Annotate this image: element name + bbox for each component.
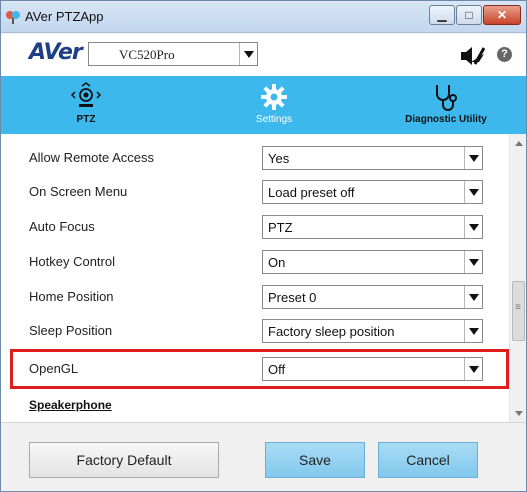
- close-button[interactable]: ✕: [483, 5, 521, 25]
- hotkey-control-select[interactable]: On: [262, 250, 483, 274]
- header-bar: AVer VC520Pro ?: [1, 34, 526, 76]
- setting-row-allow-remote-access: Allow Remote Access Yes: [1, 141, 509, 175]
- setting-value: Factory sleep position: [268, 324, 395, 339]
- setting-label: Hotkey Control: [29, 254, 115, 269]
- cancel-button[interactable]: Cancel: [378, 442, 478, 478]
- chevron-down-icon: [464, 216, 482, 238]
- tab-settings-label: Settings: [255, 114, 293, 125]
- tab-ptz-label: PTZ: [76, 114, 96, 125]
- chevron-down-icon: [464, 181, 482, 203]
- gear-icon: [261, 84, 287, 110]
- device-select[interactable]: VC520Pro: [88, 42, 258, 66]
- setting-label: Auto Focus: [29, 219, 95, 234]
- setting-value: On: [268, 255, 286, 270]
- setting-label: Sleep Position: [29, 323, 113, 338]
- tab-diagnostic-utility[interactable]: Diagnostic Utility: [381, 76, 511, 134]
- chevron-down-icon: [464, 320, 482, 342]
- setting-value: PTZ: [268, 220, 293, 235]
- scroll-up-arrow-icon[interactable]: [510, 134, 527, 151]
- vertical-scrollbar[interactable]: [509, 134, 526, 422]
- setting-label: Allow Remote Access: [29, 150, 154, 165]
- scroll-thumb[interactable]: [512, 281, 525, 341]
- setting-row-on-screen-menu: On Screen Menu Load preset off: [1, 175, 509, 209]
- microphone-muted-icon[interactable]: [457, 46, 485, 66]
- chevron-down-icon: [464, 286, 482, 308]
- scroll-down-arrow-icon[interactable]: [510, 405, 527, 422]
- setting-label: Home Position: [29, 289, 114, 304]
- chevron-down-icon: [464, 147, 482, 169]
- tab-settings[interactable]: Settings: [219, 76, 329, 134]
- chevron-down-icon: [464, 358, 482, 380]
- setting-value: Yes: [268, 151, 290, 166]
- chevron-down-icon: [239, 43, 257, 65]
- opengl-select[interactable]: Off: [262, 357, 483, 381]
- aver-logo: AVer: [29, 40, 83, 65]
- device-select-value: VC520Pro: [119, 47, 175, 62]
- title-bar[interactable]: AVer PTZApp ▁ □ ✕: [1, 1, 526, 33]
- setting-label: On Screen Menu: [29, 184, 128, 199]
- factory-default-button[interactable]: Factory Default: [29, 442, 219, 478]
- setting-row-hotkey-control: Hotkey Control On: [1, 245, 509, 279]
- setting-value: Off: [268, 362, 286, 377]
- ptz-camera-icon: [70, 82, 102, 107]
- setting-row-auto-focus: Auto Focus PTZ: [1, 210, 509, 244]
- help-icon[interactable]: ?: [497, 47, 512, 62]
- setting-row-sleep-position: Sleep Position Factory sleep position: [1, 314, 509, 348]
- setting-value: Preset 0: [268, 290, 317, 305]
- setting-value: Load preset off: [268, 185, 355, 200]
- footer-bar: Factory Default Save Cancel: [1, 422, 526, 491]
- maximize-button[interactable]: □: [456, 5, 482, 25]
- chevron-down-icon: [464, 251, 482, 273]
- auto-focus-select[interactable]: PTZ: [262, 215, 483, 239]
- on-screen-menu-select[interactable]: Load preset off: [262, 180, 483, 204]
- tab-ptz[interactable]: PTZ: [41, 76, 131, 134]
- window-title: AVer PTZApp: [25, 9, 104, 24]
- tab-bar: PTZ Settings Diagnostic Utility: [1, 76, 526, 134]
- stethoscope-icon: [436, 85, 457, 111]
- sleep-position-select[interactable]: Factory sleep position: [262, 319, 483, 343]
- speakerphone-section-title[interactable]: Speakerphone: [29, 398, 112, 412]
- tab-diagnostic-label: Diagnostic Utility: [405, 114, 487, 125]
- home-position-select[interactable]: Preset 0: [262, 285, 483, 309]
- app-window: AVer PTZApp ▁ □ ✕ AVer VC520Pro ? PTZ Se…: [0, 0, 527, 492]
- allow-remote-access-select[interactable]: Yes: [262, 146, 483, 170]
- settings-list: Allow Remote Access Yes On Screen Menu L…: [1, 134, 526, 422]
- app-icon: [6, 11, 20, 24]
- setting-label: OpenGL: [29, 361, 79, 376]
- minimize-button[interactable]: ▁: [429, 5, 455, 25]
- setting-row-home-position: Home Position Preset 0: [1, 280, 509, 314]
- save-button[interactable]: Save: [265, 442, 365, 478]
- setting-row-opengl: OpenGL Off: [1, 352, 509, 386]
